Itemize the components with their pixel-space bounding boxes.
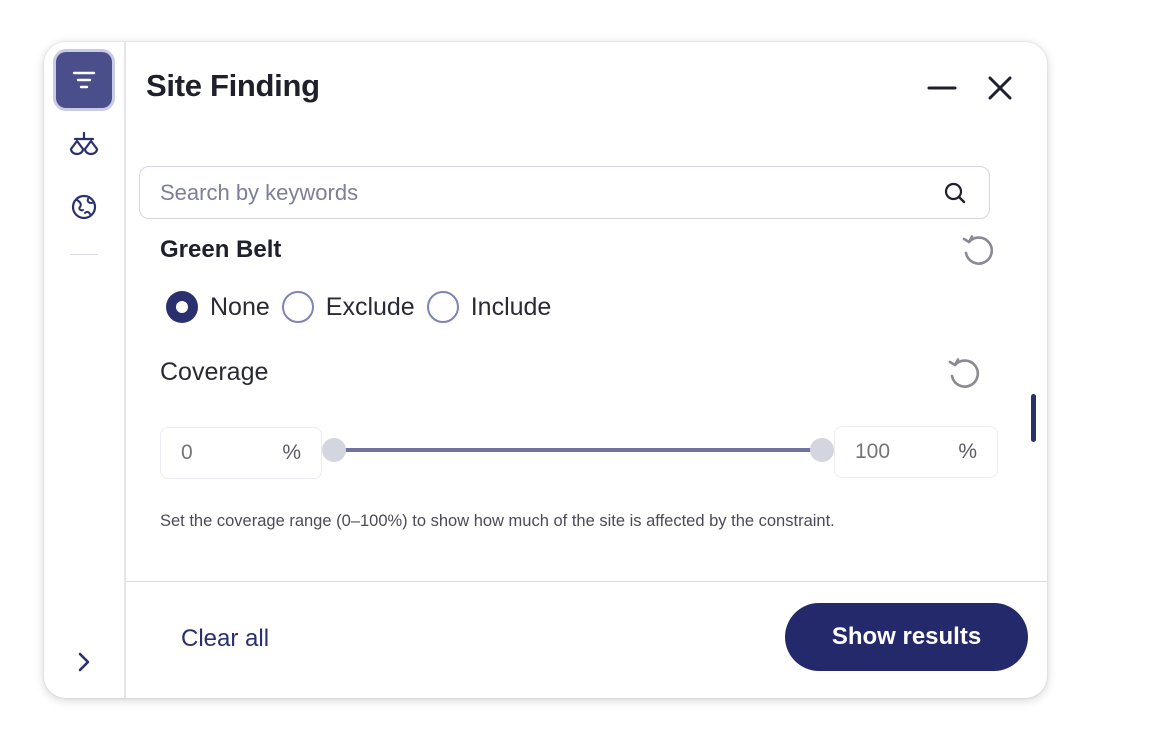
- coverage-min-input[interactable]: [181, 441, 251, 465]
- chevron-right-icon: [78, 652, 90, 672]
- page-title: Site Finding: [146, 68, 320, 103]
- slider-thumb-low[interactable]: [322, 438, 346, 462]
- coverage-max-input[interactable]: [855, 440, 925, 464]
- site-finding-panel: Site Finding Green Belt None: [44, 42, 1047, 698]
- coverage-help-text: Set the coverage range (0–100%) to show …: [160, 512, 835, 530]
- slider-thumb-high[interactable]: [810, 438, 834, 462]
- coverage-max-box: %: [834, 426, 998, 478]
- rail-divider: [70, 254, 98, 255]
- radio-none-label: None: [210, 292, 270, 321]
- scrollbar-thumb[interactable]: [1031, 394, 1036, 442]
- search-icon[interactable]: [941, 179, 969, 207]
- footer-divider: [126, 581, 1047, 582]
- minimize-icon: [927, 86, 957, 90]
- clear-all-button[interactable]: Clear all: [181, 625, 269, 653]
- expand-rail-button[interactable]: [68, 644, 100, 680]
- search-input[interactable]: [160, 179, 941, 206]
- radio-exclude-label: Exclude: [325, 292, 415, 321]
- reset-icon: [962, 235, 994, 265]
- slider-track: [334, 448, 822, 452]
- green-belt-title: Green Belt: [160, 236, 282, 263]
- radio-exclude[interactable]: Exclude: [281, 291, 415, 323]
- scale-icon: [69, 131, 99, 156]
- reset-icon: [948, 358, 980, 388]
- filter-rail-button[interactable]: [56, 52, 112, 108]
- coverage-min-box: %: [160, 427, 322, 479]
- radio-none[interactable]: None: [166, 291, 270, 323]
- green-belt-reset-button[interactable]: [958, 231, 998, 271]
- globe-icon: [71, 194, 97, 220]
- coverage-reset-button[interactable]: [944, 354, 984, 394]
- radio-include-indicator: [426, 291, 459, 323]
- minimize-button[interactable]: [922, 70, 962, 106]
- globe-rail-button[interactable]: [66, 190, 102, 224]
- filter-icon: [72, 71, 96, 89]
- side-rail: [44, 42, 126, 698]
- coverage-max-unit: %: [958, 440, 977, 463]
- radio-none-indicator: [166, 291, 198, 323]
- green-belt-radio-group: None Exclude Include: [166, 290, 563, 324]
- show-results-button[interactable]: Show results: [785, 603, 1028, 671]
- scale-rail-button[interactable]: [66, 127, 102, 161]
- radio-include-label: Include: [470, 292, 552, 321]
- radio-exclude-indicator: [281, 291, 314, 323]
- coverage-range-slider[interactable]: [322, 438, 834, 462]
- close-icon: [988, 76, 1012, 100]
- search-box: [139, 166, 990, 219]
- radio-include[interactable]: Include: [426, 291, 552, 323]
- coverage-label: Coverage: [160, 358, 269, 386]
- close-button[interactable]: [980, 68, 1020, 108]
- coverage-min-unit: %: [282, 441, 301, 464]
